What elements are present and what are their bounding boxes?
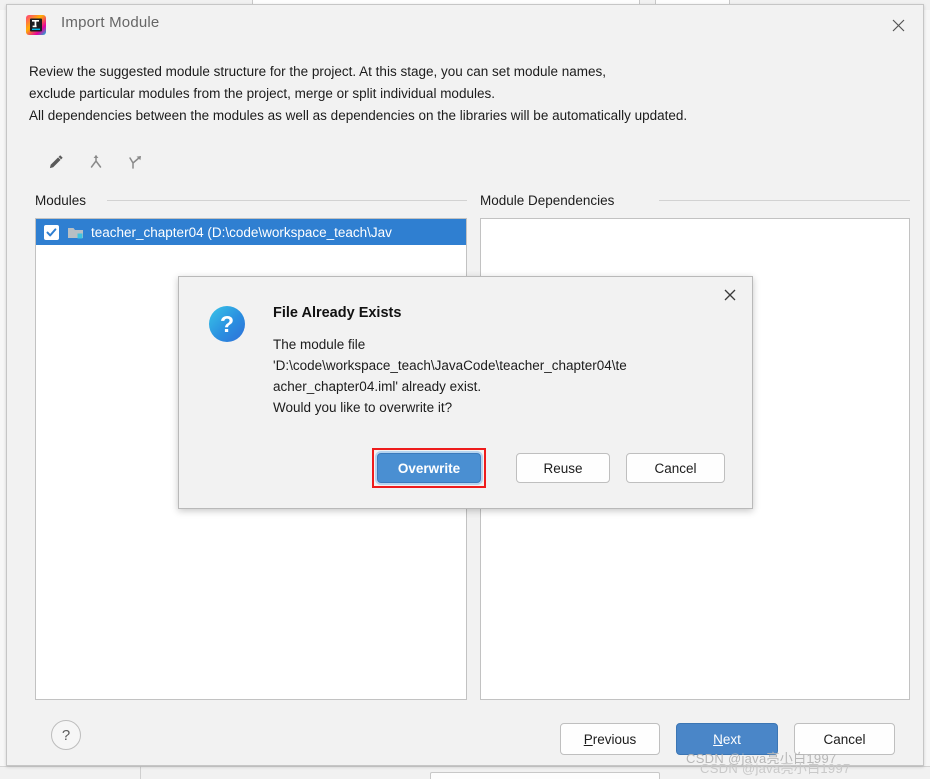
modal-message-line-4: Would you like to overwrite it? [273, 397, 723, 418]
modules-section-title: Modules [35, 193, 86, 208]
dependencies-section-title: Module Dependencies [480, 193, 614, 208]
background-statusbar-field [430, 772, 660, 779]
modal-message-line-1: The module file [273, 334, 723, 355]
module-folder-icon [67, 225, 84, 240]
description-line-3: All dependencies between the modules as … [29, 105, 909, 127]
screen-root: Import Module Review the suggested modul… [0, 0, 930, 779]
next-button-label: Next [713, 732, 741, 747]
modal-message: The module file 'D:\code\workspace_teach… [273, 334, 723, 418]
module-tree-label: teacher_chapter04 (D:\code\workspace_tea… [91, 225, 392, 240]
dependencies-section-rule [659, 200, 910, 201]
close-icon[interactable] [718, 284, 742, 306]
next-button-rest: ext [723, 732, 741, 747]
help-button[interactable]: ? [51, 720, 81, 750]
question-mark-icon: ? [209, 306, 245, 342]
previous-button-label: Previous [584, 732, 637, 747]
intellij-idea-logo-icon [25, 14, 47, 36]
module-tree-row[interactable]: teacher_chapter04 (D:\code\workspace_tea… [36, 219, 466, 245]
merge-modules-icon[interactable] [81, 147, 111, 177]
dialog-description: Review the suggested module structure fo… [29, 61, 909, 127]
overwrite-button[interactable]: Overwrite [377, 453, 481, 483]
watermark-bottom: CSDN @java亮小白1997 [700, 758, 851, 777]
file-already-exists-dialog: ? File Already Exists The module file 'D… [178, 276, 753, 509]
modal-cancel-button[interactable]: Cancel [626, 453, 725, 483]
split-module-icon[interactable] [121, 147, 151, 177]
pencil-edit-icon[interactable] [41, 147, 71, 177]
dialog-titlebar: Import Module [7, 5, 923, 43]
description-line-1: Review the suggested module structure fo… [29, 61, 909, 83]
previous-button[interactable]: Previous [560, 723, 660, 755]
reuse-button[interactable]: Reuse [516, 453, 610, 483]
modal-message-line-2: 'D:\code\workspace_teach\JavaCode\teache… [273, 355, 723, 376]
modal-title: File Already Exists [273, 305, 401, 321]
dialog-title: Import Module [61, 14, 159, 31]
modules-toolbar [33, 147, 233, 179]
module-checkbox[interactable] [44, 225, 59, 240]
close-icon[interactable] [885, 13, 911, 37]
background-statusbar-separator [140, 766, 141, 779]
previous-button-rest: revious [593, 732, 637, 747]
modules-section-rule [107, 200, 467, 201]
modal-message-line-3: acher_chapter04.iml' already exist. [273, 376, 723, 397]
description-line-2: exclude particular modules from the proj… [29, 83, 909, 105]
